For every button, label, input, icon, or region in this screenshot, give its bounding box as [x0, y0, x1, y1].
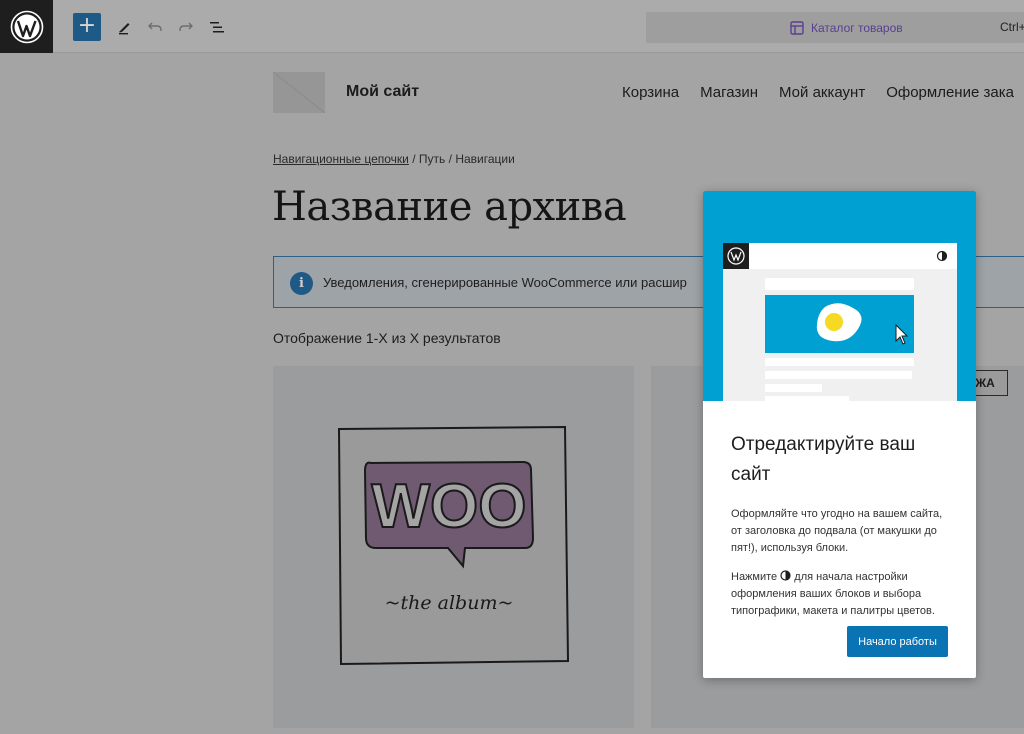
command-bar-title: Каталог товаров: [790, 12, 903, 43]
editor-toolbar: + Каталог товаров Ctrl+: [0, 0, 1024, 53]
pencil-icon: [119, 23, 130, 35]
product-image: WOO ~the album~: [337, 425, 570, 666]
product-card[interactable]: WOO ~the album~: [273, 366, 634, 728]
info-icon: i: [290, 272, 313, 295]
editor-illustration: [723, 243, 957, 401]
wordpress-icon: [10, 10, 43, 43]
half-circle-icon: [780, 570, 791, 581]
command-bar-shortcut: Ctrl+: [1000, 20, 1024, 34]
welcome-guide-illustration: [703, 191, 976, 401]
get-started-button[interactable]: Начало работы: [847, 626, 948, 657]
breadcrumb-link[interactable]: Навигационные цепочки: [273, 152, 409, 166]
undo-button[interactable]: [144, 15, 166, 39]
breadcrumb-separator: /: [448, 152, 452, 166]
welcome-guide-heading: Отредактируйте ваш сайт: [731, 434, 916, 485]
nav-item-checkout[interactable]: Оформление зака: [886, 84, 1014, 101]
welcome-guide-body: Отредактируйте ваш сайт Оформляйте что у…: [731, 430, 953, 620]
breadcrumb: Навигационные цепочки / Путь / Навигации: [273, 152, 515, 166]
list-view-button[interactable]: [206, 15, 228, 39]
welcome-guide-instructions: Нажмите для начала настройки оформления …: [731, 569, 953, 620]
welcome-guide-modal: Отредактируйте ваш сайт Оформляйте что у…: [703, 191, 976, 678]
placeholder-icon: [272, 71, 326, 114]
undo-icon: [148, 22, 162, 31]
site-title[interactable]: Мой сайт: [346, 83, 419, 101]
breadcrumb-path: Путь: [418, 152, 446, 166]
nav-item-cart[interactable]: Корзина: [622, 84, 679, 101]
instruction-text-start: Нажмите: [731, 571, 778, 583]
list-view-icon: [210, 22, 224, 33]
notice-text: Уведомления, сгенерированные WooCommerce…: [323, 275, 687, 290]
command-palette-bar[interactable]: Каталог товаров Ctrl+: [646, 12, 1024, 43]
breadcrumb-current: Навигации: [455, 152, 515, 166]
add-block-button[interactable]: +: [73, 13, 101, 41]
nav-item-shop[interactable]: Магазин: [700, 84, 758, 101]
navigation: Корзина Магазин Мой аккаунт Оформление з…: [622, 84, 1014, 101]
command-bar-title-text: Каталог товаров: [811, 20, 903, 35]
tools-button[interactable]: [113, 15, 135, 39]
welcome-guide-text: Оформляйте что угодно на вашем сайта, от…: [731, 508, 943, 554]
nav-item-account[interactable]: Мой аккаунт: [779, 84, 865, 101]
plus-icon: +: [77, 13, 97, 38]
product-image-title: WOO: [372, 472, 527, 541]
redo-icon: [179, 22, 193, 31]
product-image-subtitle: ~the album~: [385, 592, 514, 614]
results-count: Отображение 1-X из X результатов: [273, 330, 501, 346]
site-logo-placeholder[interactable]: [272, 71, 326, 114]
redo-button[interactable]: [175, 15, 197, 39]
breadcrumb-separator: /: [412, 152, 416, 166]
wordpress-logo[interactable]: [0, 0, 53, 53]
archive-title[interactable]: Название архива: [272, 184, 627, 230]
layout-icon: [790, 20, 804, 35]
